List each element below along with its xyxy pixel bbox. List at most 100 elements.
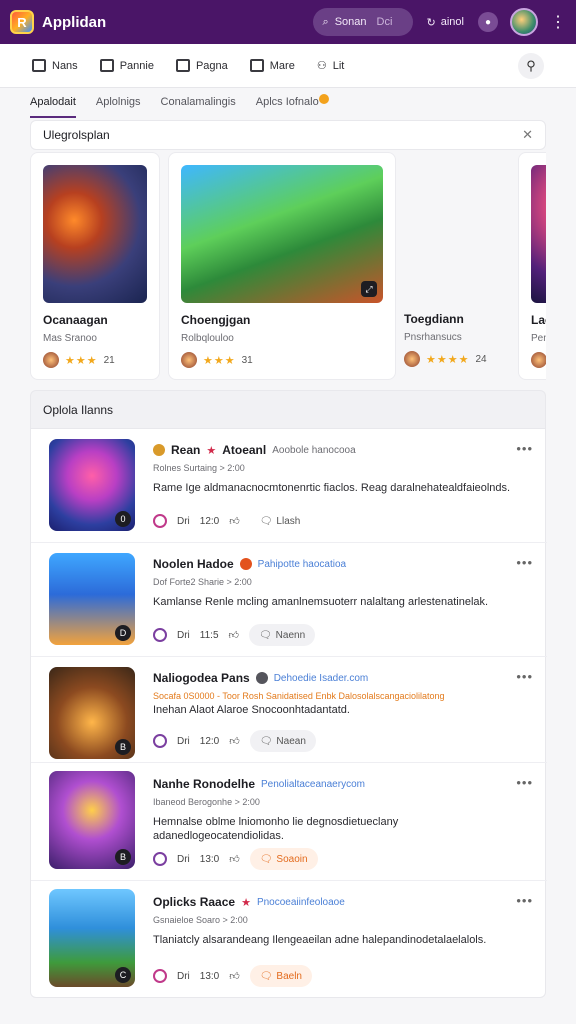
list-item[interactable]: B Naliogodea Pans Dehoedie Isader.com So… <box>31 657 547 763</box>
list-item-actions: Dri 13:0 👍︎ 🗨︎ Baeln <box>153 965 312 987</box>
app-logo-letter: R <box>17 14 27 30</box>
list-item-title-line: Oplicks Raace ★ Pnocoeaiinfeoloaoe <box>153 895 523 909</box>
reply-button[interactable]: 🗨︎ Llash <box>250 510 311 532</box>
toolbar-item-page[interactable]: Pagna <box>175 59 228 72</box>
more-options-icon[interactable]: ••• <box>516 441 533 456</box>
reply-button[interactable]: 🗨︎ Soaoin <box>249 848 318 870</box>
thumbs-up-icon[interactable]: 👍︎ <box>229 515 239 527</box>
game-list: 0 Rean ★ Atoeanl Aoobole hanocooa Rolnes… <box>30 428 547 998</box>
list-item[interactable]: 0 Rean ★ Atoeanl Aoobole hanocooa Rolnes… <box>31 429 547 543</box>
toolbar-item-label: Lit <box>332 59 345 72</box>
thumbs-up-icon[interactable]: 👍︎ <box>229 970 239 982</box>
like-icon[interactable] <box>153 969 167 983</box>
reply-label: Naenn <box>275 629 306 641</box>
user-avatar[interactable] <box>510 8 538 36</box>
game-card[interactable]: Toegdiann Pnsrhansucs ★★★★ 24 <box>404 152 510 380</box>
star-icon: ★ <box>241 896 251 909</box>
reply-label: Baeln <box>276 970 302 982</box>
platform-badge: B <box>115 849 131 865</box>
game-thumbnail: 0 <box>49 439 135 531</box>
search-bar[interactable]: ⌕ Sonan Dci <box>312 8 413 36</box>
list-item-actions: Dri 11:5 👍︎ 🗨︎ Naenn <box>153 624 316 646</box>
list-icon: ⚇ <box>316 60 327 72</box>
more-options-icon[interactable]: ••• <box>516 893 533 908</box>
thumbs-up-icon[interactable]: 👍︎ <box>229 629 239 641</box>
more-options-icon[interactable]: ••• <box>516 669 533 684</box>
list-item-meta: Dof Forte2 Sharie > 2:00 <box>153 577 252 587</box>
toolbar: Nans Pannie Pagna Mare ⚇ Lit ⚲ <box>0 44 576 88</box>
list-item-title: Oplicks Raace <box>153 895 236 909</box>
tab-aplcs[interactable]: Aplcs Iofnalo <box>255 94 329 118</box>
list-item-description: Inehan Alaot Alaroe Snocoonhtadantatd. <box>153 704 350 716</box>
like-count: 12:0 <box>199 735 220 747</box>
game-card[interactable]: Ocanaagan Mas Sranoo ★★★ 21 <box>30 152 160 380</box>
star-rating: ★★★★ <box>426 353 470 366</box>
list-item-meta: Ibaneod Berogonhe > 2:00 <box>153 797 260 807</box>
expand-icon[interactable]: ⤢ <box>361 281 377 297</box>
reply-button[interactable]: 🗨︎ Baeln <box>249 965 312 987</box>
list-item-title-extra: Atoeanl <box>222 443 267 457</box>
list-item-title: Nanhe Ronodelhe <box>153 777 256 791</box>
more-options-icon[interactable]: ••• <box>516 775 533 790</box>
list-item-title-line: Rean ★ Atoeanl Aoobole hanocooa <box>153 443 523 457</box>
tab-label: Aplcs Iofnalo <box>255 96 319 108</box>
list-item-actions: Dri 13:0 👍︎ 🗨︎ Soaoin <box>153 848 318 870</box>
toolbar-item-list[interactable]: ⚇ Lit <box>316 59 345 73</box>
game-subtitle: Penmolatloo <box>531 333 546 344</box>
reply-button[interactable]: 🗨︎ Naenn <box>248 624 316 646</box>
like-icon[interactable] <box>153 734 167 748</box>
like-label: Dri <box>177 515 190 527</box>
list-item-description: Kamlanse Renle mcling amanlnemsuoterr na… <box>153 596 489 608</box>
list-item-handle[interactable]: Dehoedie Isader.com <box>274 673 369 684</box>
profile-button[interactable]: ⚲ <box>518 52 544 79</box>
game-thumbnail: ⤢ <box>181 165 383 303</box>
like-count: 11:5 <box>199 629 219 641</box>
game-card[interactable]: ⤢ Choengjgan Rolbqlouloo ★★★ 31 <box>168 152 396 380</box>
toolbar-item-news[interactable]: Nans <box>32 59 78 72</box>
thumbs-up-icon[interactable]: 👍︎ <box>229 853 239 865</box>
game-carousel: Ocanaagan Mas Sranoo ★★★ 21 ⤢ Choengjgan… <box>30 152 546 382</box>
panel-title: Ulegrolsplan <box>43 128 110 142</box>
list-item[interactable]: B Nanhe Ronodelhe Penolialtaceanaerycom … <box>31 763 547 881</box>
star-icon: ★ <box>206 444 217 457</box>
list-item-handle[interactable]: Pnocoeaiinfeoloaoe <box>257 897 345 908</box>
search-icon: ⌕ <box>322 15 329 28</box>
more-options-icon[interactable]: ••• <box>516 555 533 570</box>
tab-apalodait[interactable]: Apalodait <box>30 96 76 118</box>
game-thumbnail: C <box>49 889 135 987</box>
top-action-label: ainol <box>440 16 464 28</box>
game-card[interactable]: Lac Pengolean Penmolatloo ★★★ 21 <box>518 152 546 380</box>
rating-count: 24 <box>475 353 487 365</box>
reply-button[interactable]: 🗨︎ Naean <box>249 730 316 752</box>
verified-icon <box>255 672 268 684</box>
list-item-title: Naliogodea Pans <box>153 671 250 685</box>
list-item-body: Naliogodea Pans Dehoedie Isader.com Soca… <box>153 671 523 717</box>
section-title: Oplola Ilanns <box>43 402 114 417</box>
notification-icon[interactable]: ● <box>478 12 498 32</box>
like-icon[interactable] <box>153 514 167 528</box>
list-item-handle[interactable]: Penolialtaceanaerycom <box>261 779 365 790</box>
list-item[interactable]: D Noolen Hadoe Pahipotte haocatioa Dof F… <box>31 543 547 657</box>
app-logo[interactable]: R <box>10 10 34 34</box>
tab-aplolnigs[interactable]: Aplolnigs <box>96 96 141 118</box>
game-thumbnail: B <box>49 667 135 759</box>
game-subtitle: Rolbqlouloo <box>181 333 234 344</box>
tab-conalamalingis[interactable]: Conalamalingis <box>161 96 236 118</box>
toolbar-item-mail[interactable]: Mare <box>249 59 295 72</box>
top-action-button[interactable]: ↻ ainol <box>427 16 464 29</box>
list-item[interactable]: C Oplicks Raace ★ Pnocoeaiinfeoloaoe Gsn… <box>31 881 547 997</box>
developer-avatar <box>404 351 420 367</box>
list-item-title-line: Noolen Hadoe Pahipotte haocatioa <box>153 557 523 571</box>
toolbar-item-panel[interactable]: Pannie <box>99 59 154 72</box>
list-item-description: Rame Ige aldmanacnocmtonenrtic fiaclos. … <box>153 482 511 494</box>
like-label: Dri <box>177 853 190 865</box>
more-menu-icon[interactable]: ⋮ <box>550 12 566 32</box>
list-item-handle[interactable]: Pahipotte haocatioa <box>258 559 346 570</box>
like-icon[interactable] <box>153 628 167 642</box>
game-name: Toegdiann <box>404 312 464 326</box>
thumbs-up-icon[interactable]: 👍︎ <box>229 735 239 747</box>
game-thumbnail <box>43 165 147 303</box>
like-icon[interactable] <box>153 852 167 866</box>
close-icon[interactable]: ✕ <box>522 127 533 143</box>
star-rating: ★★★ <box>203 354 236 367</box>
